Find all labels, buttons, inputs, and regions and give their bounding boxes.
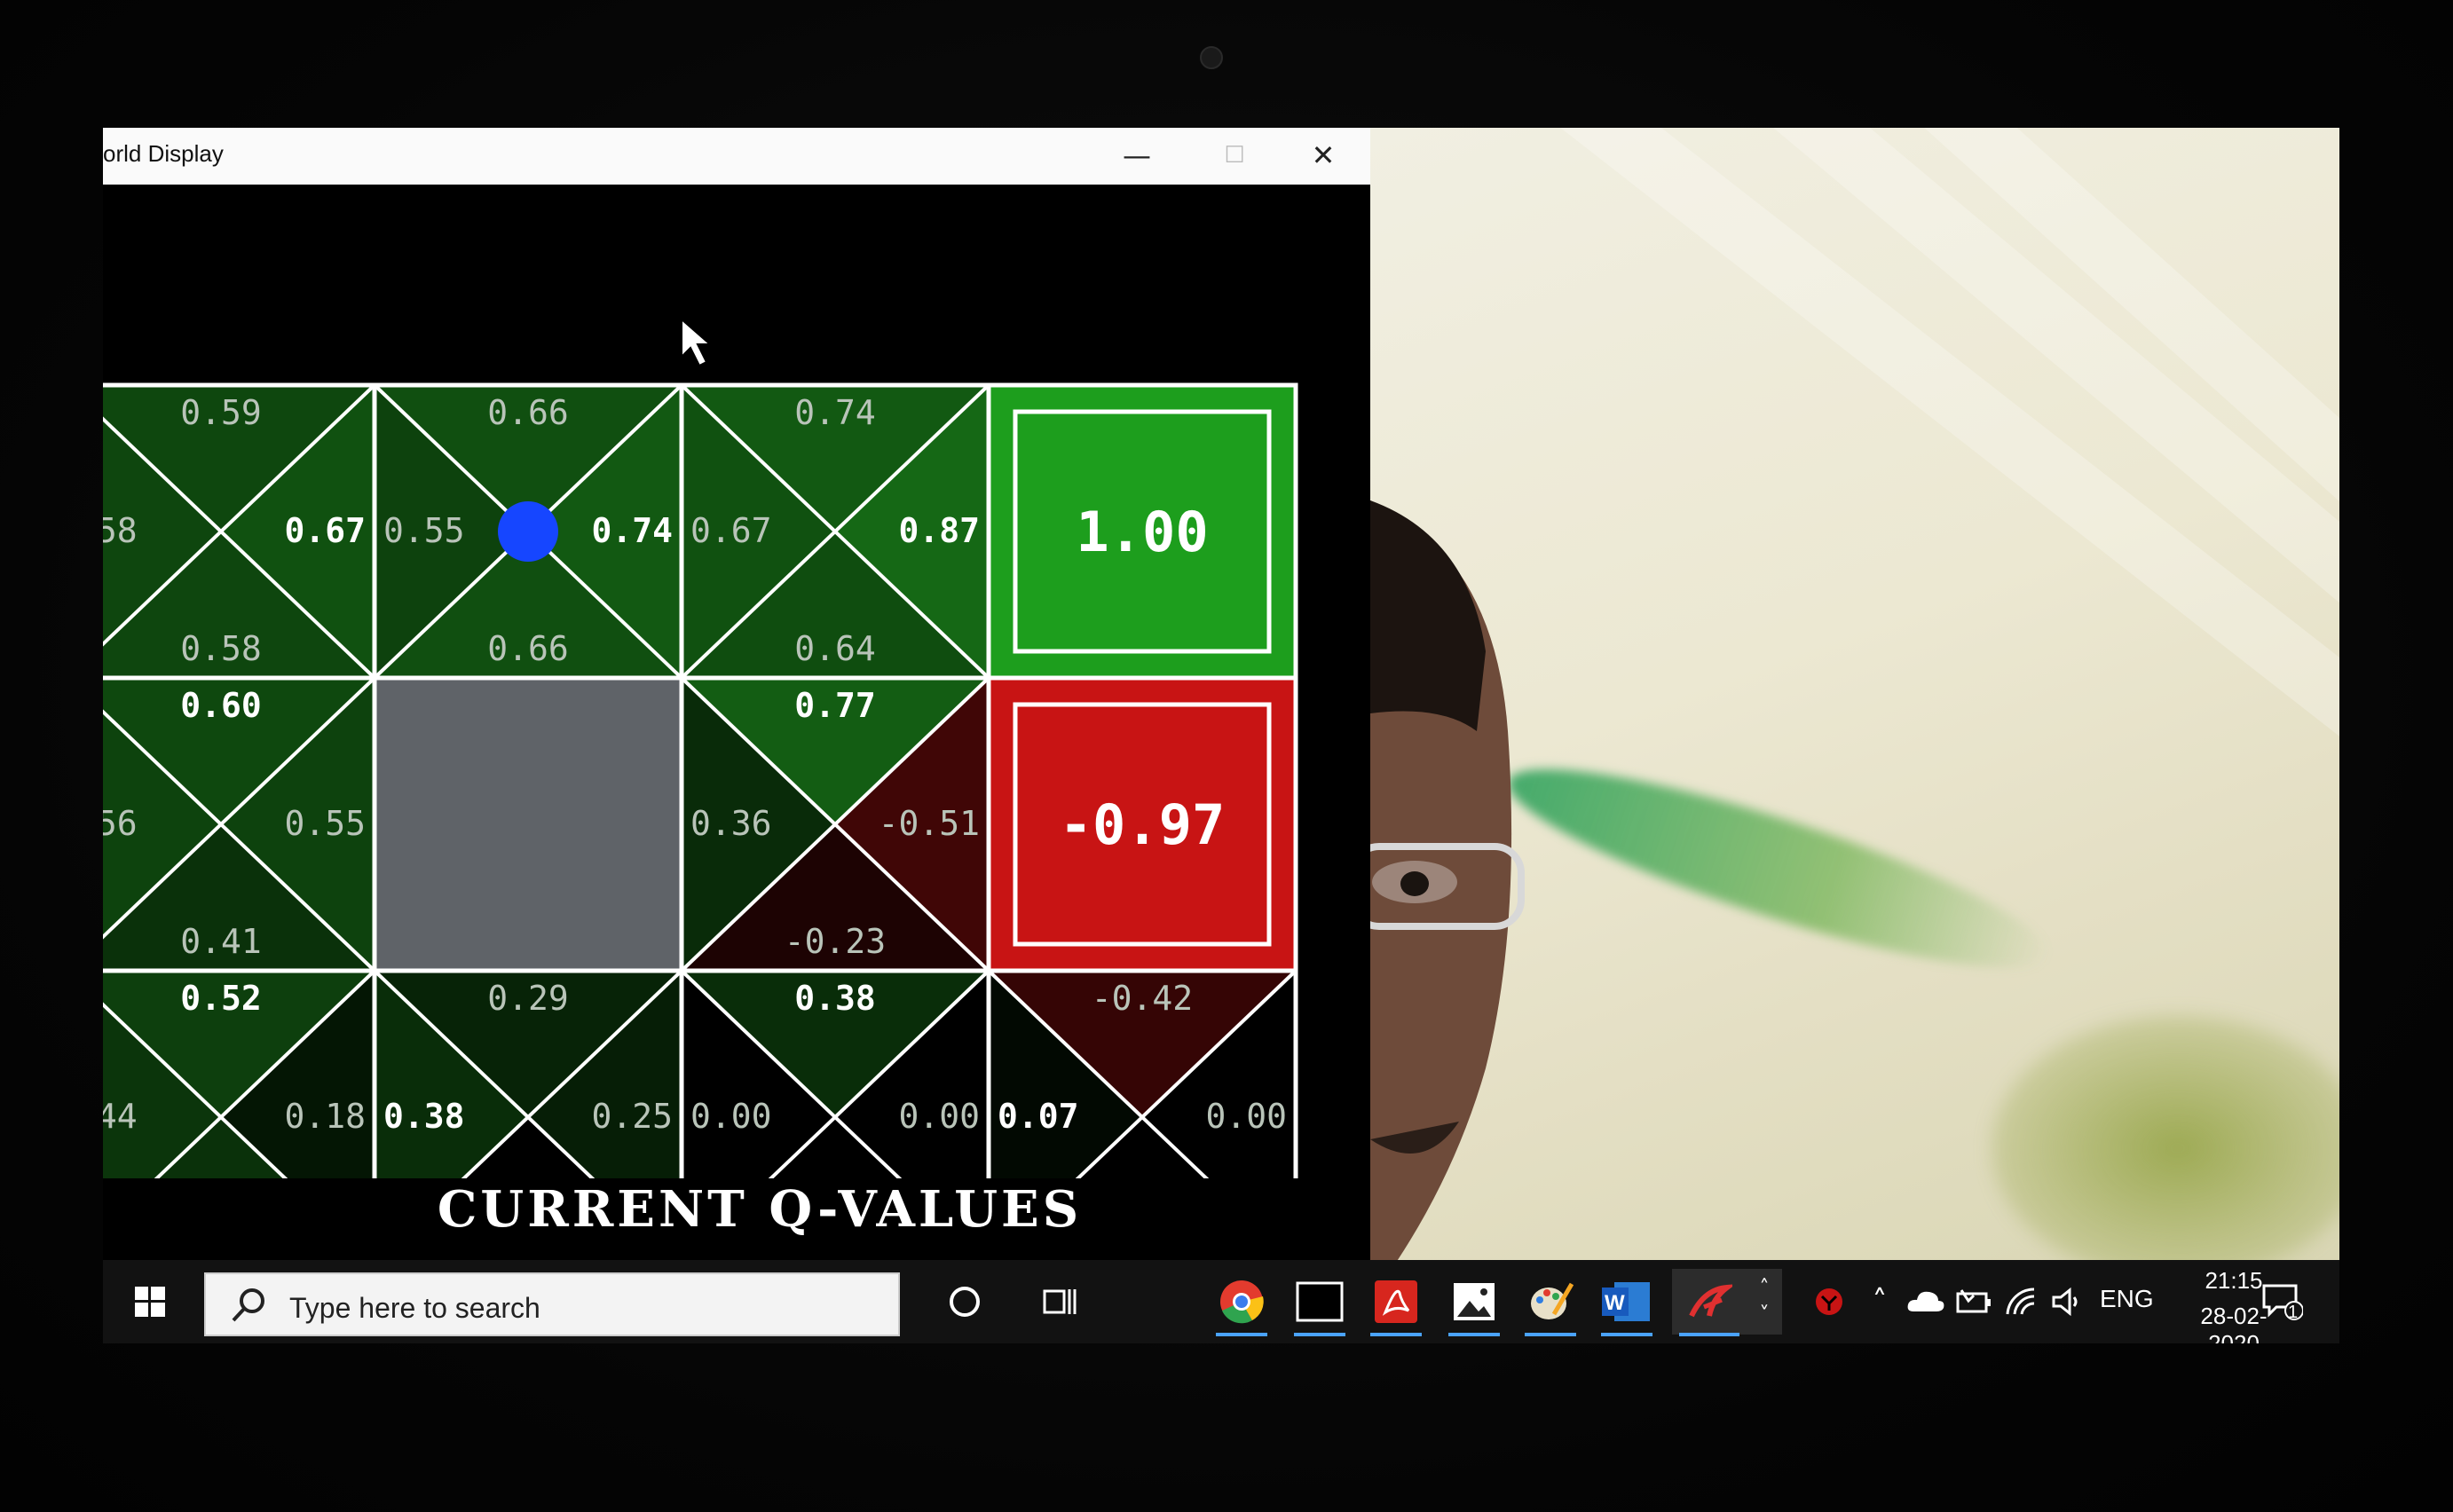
webcam-icon xyxy=(1200,46,1223,69)
antivirus-icon xyxy=(1816,1288,1842,1315)
q-value-grid: 0.59 0.58 .58 0.67 0.66 0.66 0.55 0.74 0.74 0.64 0… xyxy=(103,185,1370,1178)
cell-r2-c3-right-qvalue: 0.00 xyxy=(1205,1097,1287,1136)
cell-r0-c0-up-qvalue: 0.59 xyxy=(180,393,262,432)
task-view-button[interactable] xyxy=(1026,1269,1092,1335)
close-button[interactable]: ✕ xyxy=(1274,128,1372,185)
person-face xyxy=(1370,500,1525,1260)
cell-r0-c1-left-qvalue: 0.55 xyxy=(383,511,465,550)
cell-r0-c2-left-qvalue: 0.67 xyxy=(690,511,772,550)
maximize-button[interactable]: ☐ xyxy=(1186,128,1283,185)
window-taskbar-button[interactable] xyxy=(1287,1269,1353,1336)
speaker-icon xyxy=(2052,1287,2078,1317)
cell-r1-c0-up-qvalue: 0.60 xyxy=(180,686,262,725)
cell-r1-c2-right-qvalue: -0.51 xyxy=(879,804,980,843)
screen: orld Display — ☐ ✕ 0.590.58.580.670.660.… xyxy=(103,128,2339,1343)
paint-taskbar-button[interactable] xyxy=(1518,1269,1583,1336)
battery-plug-icon xyxy=(1956,1289,1991,1313)
cell-r2-c0-up-qvalue: 0.52 xyxy=(180,979,262,1018)
cell-r1-c0-down-qvalue: 0.41 xyxy=(180,922,262,961)
cell-r0-c1-up-qvalue: 0.66 xyxy=(487,393,569,432)
notification-count-badge: 1 xyxy=(2288,1303,2299,1322)
cell-r2-c2-up-qvalue: 0.38 xyxy=(794,979,876,1018)
word-icon: W xyxy=(1602,1282,1650,1321)
cell-r0-c1-down-qvalue: 0.66 xyxy=(487,629,569,668)
battery-tray-button[interactable] xyxy=(1952,1269,1995,1335)
taskbar-search-box[interactable]: Type here to search xyxy=(204,1272,900,1336)
cortana-button[interactable] xyxy=(932,1269,998,1335)
cell-r2-c3-up-qvalue: -0.42 xyxy=(1092,979,1193,1018)
windows-logo-icon xyxy=(135,1287,165,1317)
task-view-icon xyxy=(1043,1289,1077,1314)
webcam-video-feed xyxy=(1370,128,2339,1260)
chrome-icon xyxy=(1220,1280,1264,1324)
cell-r1-c0-right-qvalue: 0.55 xyxy=(284,804,366,843)
chevron-down-icon: ˅ xyxy=(1759,1303,1770,1326)
minimize-button[interactable]: — xyxy=(1088,128,1186,185)
taskbar-scroll-button[interactable]: ˄ ˅ xyxy=(1747,1269,1782,1335)
plant-leaves xyxy=(1493,734,2064,1004)
word-taskbar-button[interactable]: W xyxy=(1594,1269,1660,1336)
antivirus-tray-button[interactable] xyxy=(1796,1269,1862,1335)
acrobat-taskbar-button[interactable] xyxy=(1363,1269,1429,1336)
cloud-icon xyxy=(1907,1291,1944,1311)
chrome-taskbar-button[interactable] xyxy=(1209,1269,1274,1336)
q-values-caption: CURRENT Q-VALUES xyxy=(437,1180,1083,1239)
cell-r1-c0-left-qvalue: .56 xyxy=(103,804,138,843)
show-hidden-icons-button[interactable]: ˄ xyxy=(1860,1269,1899,1335)
gridworld-window: orld Display — ☐ ✕ 0.590.58.580.670.660.… xyxy=(103,128,1370,1264)
cell-r0-c0-down-qvalue: 0.58 xyxy=(180,629,262,668)
cell-r0-c2-down-qvalue: 0.64 xyxy=(794,629,876,668)
cell-r2-c0-right-qvalue: 0.18 xyxy=(284,1097,366,1136)
chevron-up-icon: ˄ xyxy=(1759,1277,1770,1299)
cell-r2-c2-right-qvalue: 0.00 xyxy=(898,1097,980,1136)
start-button[interactable] xyxy=(117,1269,183,1335)
cell-r1-c2-down-qvalue: -0.23 xyxy=(785,922,886,961)
cell-r2-c3-left-qvalue: 0.07 xyxy=(998,1097,1079,1136)
cell-r0-c1-right-qvalue: 0.74 xyxy=(591,511,673,550)
cell-r0-c0-left-qvalue: .58 xyxy=(103,511,138,550)
python-turtle-icon xyxy=(1689,1284,1732,1318)
cell-r2-c1-right-qvalue: 0.25 xyxy=(591,1097,673,1136)
python-turtle-taskbar-button[interactable] xyxy=(1672,1269,1747,1336)
cell-r1-c3-terminal-value: -0.97 xyxy=(1060,792,1226,857)
cell-r0-c2-right-qvalue: 0.87 xyxy=(898,511,980,550)
onedrive-tray-button[interactable] xyxy=(1905,1269,1947,1335)
windows-taskbar: Type here to search W ˄ ˅ ˄ ENG 21:15 28… xyxy=(103,1260,2339,1343)
svg-text:W: W xyxy=(1605,1291,1625,1315)
cell-r2-c0-left-qvalue: .44 xyxy=(103,1097,138,1136)
cortana-circle-icon xyxy=(950,1287,980,1317)
blank-window-icon xyxy=(1296,1281,1344,1322)
cell-r2-c1-left-qvalue: 0.38 xyxy=(383,1097,465,1136)
cell-r1-c2-up-qvalue: 0.77 xyxy=(794,686,876,725)
cell-r0-c0-right-qvalue: 0.67 xyxy=(284,511,366,550)
acrobat-icon xyxy=(1375,1280,1417,1323)
volume-tray-button[interactable] xyxy=(2047,1269,2086,1335)
cell-r2-c1-up-qvalue: 0.29 xyxy=(487,979,569,1018)
chevron-up-icon: ˄ xyxy=(1872,1284,1888,1319)
cell-r0-c3-terminal-value: 1.00 xyxy=(1076,500,1208,564)
window-title: orld Display xyxy=(103,140,224,167)
photos-icon xyxy=(1454,1283,1495,1320)
cell-r0-c2-up-qvalue: 0.74 xyxy=(794,393,876,432)
search-icon xyxy=(232,1288,264,1322)
wifi-icon xyxy=(2006,1288,2035,1315)
paint-icon xyxy=(1531,1282,1574,1319)
window-titlebar[interactable]: orld Display — ☐ ✕ xyxy=(103,128,1370,185)
cell-r1-c1-wall xyxy=(375,678,682,971)
photos-taskbar-button[interactable] xyxy=(1441,1269,1507,1336)
cell-r2-c2-left-qvalue: 0.00 xyxy=(690,1097,772,1136)
wifi-tray-button[interactable] xyxy=(2000,1269,2043,1335)
input-language[interactable]: ENG xyxy=(2100,1285,2154,1313)
action-center-button[interactable]: 1 xyxy=(2249,1269,2315,1335)
search-placeholder: Type here to search xyxy=(289,1292,540,1324)
agent-marker xyxy=(498,501,558,562)
cell-r1-c2-left-qvalue: 0.36 xyxy=(690,804,772,843)
